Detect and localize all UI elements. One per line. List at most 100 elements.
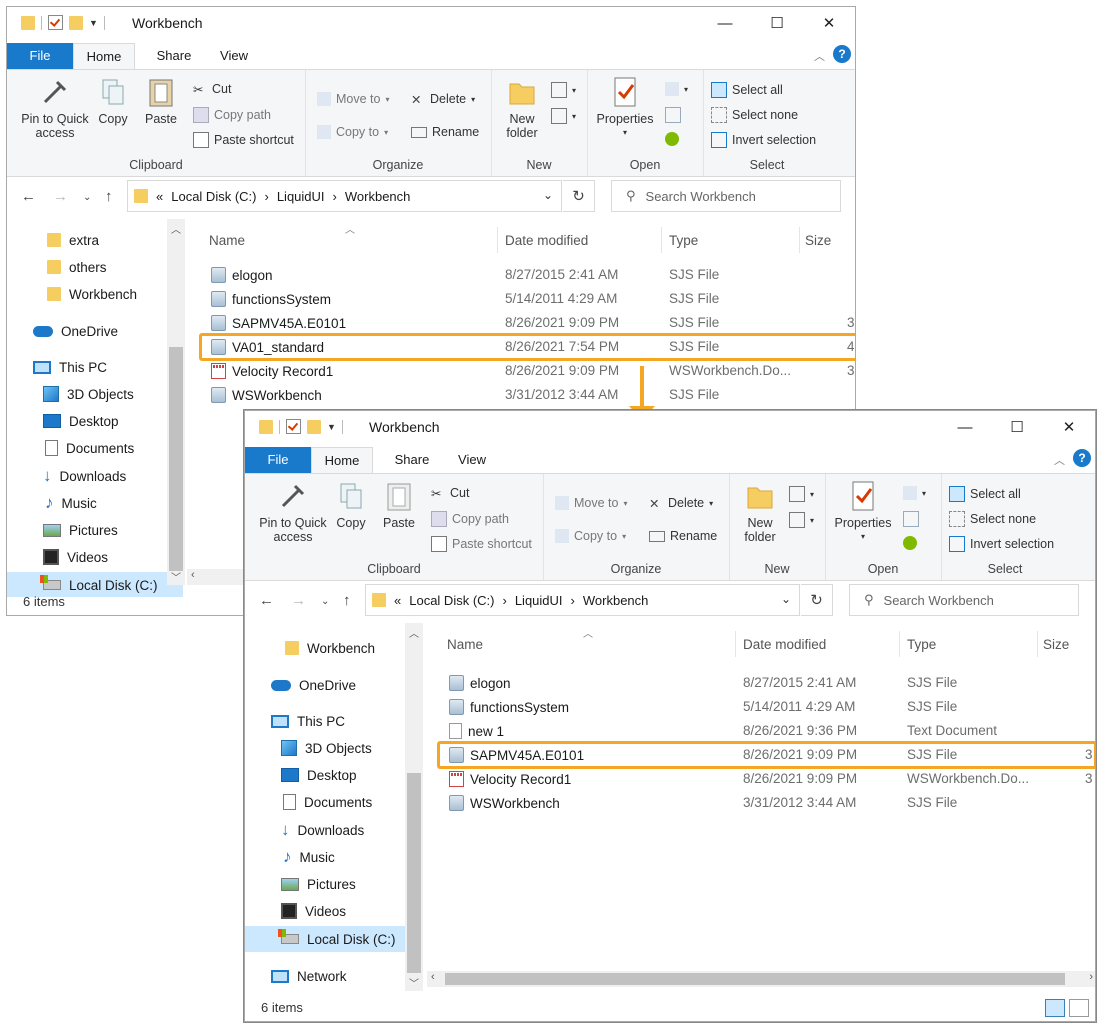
nav-item-workbench[interactable]: Workbench xyxy=(245,635,375,661)
delete-button[interactable]: ✕ Delete ▾ xyxy=(411,92,475,107)
paste-button[interactable]: Paste xyxy=(139,76,183,126)
paste-button[interactable]: Paste xyxy=(377,480,421,530)
breadcrumb-local-disk[interactable]: Local Disk (C:) xyxy=(409,593,494,608)
column-date-modified[interactable]: Date modified xyxy=(743,637,826,652)
open-button[interactable]: ▾ xyxy=(903,486,926,500)
nav-item-local-disk[interactable]: Local Disk (C:) xyxy=(245,926,421,952)
edit-button[interactable] xyxy=(665,107,681,123)
maximize-button[interactable]: ☐ xyxy=(991,411,1043,443)
copy-button[interactable]: Copy xyxy=(93,76,133,126)
search-box[interactable]: ⚲ Search Workbench xyxy=(611,180,841,212)
nav-item-downloads[interactable]: ↓ Downloads xyxy=(7,463,126,489)
minimize-button[interactable]: — xyxy=(699,7,751,39)
file-row[interactable]: functionsSystem 5/14/2011 4:29 AM SJS Fi… xyxy=(189,287,855,311)
details-view-button[interactable] xyxy=(1045,999,1065,1017)
tab-home[interactable]: Home xyxy=(73,43,135,69)
scroll-thumb[interactable] xyxy=(445,973,1065,985)
breadcrumb-overflow[interactable]: « xyxy=(394,593,401,608)
recent-dropdown-icon[interactable]: ⌄ xyxy=(321,596,329,607)
column-size[interactable]: Size xyxy=(1043,637,1069,652)
tab-view[interactable]: View xyxy=(207,43,261,69)
nav-item-this-pc[interactable]: This PC xyxy=(245,708,345,734)
edit-button[interactable] xyxy=(903,511,919,527)
file-row[interactable]: Velocity Record1 8/26/2021 9:09 PM WSWor… xyxy=(427,767,1095,791)
forward-arrow-icon[interactable]: → xyxy=(291,592,306,609)
large-icons-view-button[interactable] xyxy=(1069,999,1089,1017)
search-box[interactable]: ⚲ Search Workbench xyxy=(849,584,1079,616)
invert-selection-button[interactable]: Invert selection xyxy=(949,536,1054,552)
nav-item-downloads[interactable]: ↓ Downloads xyxy=(245,817,364,843)
up-arrow-icon[interactable]: ↑ xyxy=(343,592,351,609)
nav-item-desktop[interactable]: Desktop xyxy=(7,408,119,434)
file-row[interactable]: new 1 8/26/2021 9:36 PM Text Document xyxy=(427,719,1095,743)
scroll-up-icon[interactable]: ︿ xyxy=(167,221,185,236)
nav-item-extra[interactable]: extra xyxy=(7,227,99,253)
new-item-button[interactable]: ▾ xyxy=(789,486,814,502)
copy-to-button[interactable]: Copy to ▾ xyxy=(317,125,388,139)
file-row[interactable]: functionsSystem 5/14/2011 4:29 AM SJS Fi… xyxy=(427,695,1095,719)
address-dropdown-icon[interactable]: ⌄ xyxy=(543,188,553,202)
breadcrumb-local-disk[interactable]: Local Disk (C:) xyxy=(171,189,256,204)
forward-arrow-icon[interactable]: → xyxy=(53,188,68,205)
address-bar[interactable]: « Local Disk (C:) › LiquidUI › Workbench… xyxy=(127,180,562,212)
move-to-button[interactable]: Move to ▾ xyxy=(555,496,627,510)
up-arrow-icon[interactable]: ↑ xyxy=(105,188,113,205)
breadcrumb-liquidui[interactable]: LiquidUI xyxy=(515,593,563,608)
breadcrumb-overflow[interactable]: « xyxy=(156,189,163,204)
tab-share[interactable]: Share xyxy=(149,43,199,69)
close-button[interactable]: ✕ xyxy=(803,7,855,39)
scroll-down-icon[interactable]: ﹀ xyxy=(405,975,423,990)
paste-shortcut-button[interactable]: Paste shortcut xyxy=(193,132,294,148)
scroll-up-icon[interactable]: ︿ xyxy=(405,625,423,640)
move-to-button[interactable]: Move to ▾ xyxy=(317,92,389,106)
nav-item-this-pc[interactable]: This PC xyxy=(7,354,107,380)
copy-path-button[interactable]: Copy path xyxy=(431,511,509,527)
collapse-ribbon-icon[interactable]: ︿ xyxy=(1054,452,1065,468)
file-row[interactable]: Velocity Record1 8/26/2021 9:09 PM WSWor… xyxy=(189,359,855,383)
tab-view[interactable]: View xyxy=(445,447,499,473)
nav-scrollbar[interactable]: ︿ ﹀ xyxy=(405,623,423,991)
tab-home[interactable]: Home xyxy=(311,447,373,473)
scroll-down-icon[interactable]: ﹀ xyxy=(167,569,185,584)
maximize-button[interactable]: ☐ xyxy=(751,7,803,39)
history-button[interactable] xyxy=(903,536,917,550)
invert-selection-button[interactable]: Invert selection xyxy=(711,132,816,148)
file-row[interactable]: elogon 8/27/2015 2:41 AM SJS File xyxy=(427,671,1095,695)
nav-item-onedrive[interactable]: OneDrive xyxy=(7,318,118,344)
select-none-button[interactable]: Select none xyxy=(949,511,1036,527)
file-row[interactable]: SAPMV45A.E0101 8/26/2021 9:09 PM SJS Fil… xyxy=(189,311,855,335)
collapse-ribbon-icon[interactable]: ︿ xyxy=(814,48,825,64)
nav-item-3d-objects[interactable]: 3D Objects xyxy=(245,735,372,761)
easy-access-button[interactable]: ▾ xyxy=(789,512,814,528)
nav-scrollbar[interactable]: ︿ ﹀ xyxy=(167,219,185,585)
column-name[interactable]: Name xyxy=(209,233,245,248)
file-row[interactable]: WSWorkbench 3/31/2012 3:44 AM SJS File xyxy=(427,791,1095,815)
properties-check-icon[interactable] xyxy=(48,15,63,30)
new-item-button[interactable]: ▾ xyxy=(551,82,576,98)
paste-shortcut-button[interactable]: Paste shortcut xyxy=(431,536,532,552)
close-button[interactable]: ✕ xyxy=(1043,411,1095,443)
nav-item-documents[interactable]: Documents xyxy=(245,789,372,815)
column-type[interactable]: Type xyxy=(907,637,936,652)
column-name[interactable]: Name xyxy=(447,637,483,652)
nav-item-onedrive[interactable]: OneDrive xyxy=(245,672,356,698)
select-none-button[interactable]: Select none xyxy=(711,107,798,123)
cut-button[interactable]: ✂ Cut xyxy=(431,486,469,501)
file-hscrollbar[interactable]: ‹ › xyxy=(427,971,1095,987)
back-arrow-icon[interactable]: ← xyxy=(21,188,36,205)
address-bar[interactable]: « Local Disk (C:) › LiquidUI › Workbench… xyxy=(365,584,800,616)
customize-dropdown-icon[interactable]: ▼ xyxy=(89,18,98,28)
nav-item-3d-objects[interactable]: 3D Objects xyxy=(7,381,134,407)
nav-item-pictures[interactable]: Pictures xyxy=(7,517,118,543)
nav-item-pictures[interactable]: Pictures xyxy=(245,871,356,897)
column-type[interactable]: Type xyxy=(669,233,698,248)
select-all-button[interactable]: Select all xyxy=(711,82,783,98)
help-icon[interactable]: ? xyxy=(833,45,851,63)
copy-path-button[interactable]: Copy path xyxy=(193,107,271,123)
scroll-thumb[interactable] xyxy=(169,347,183,571)
easy-access-button[interactable]: ▾ xyxy=(551,108,576,124)
delete-button[interactable]: ✕ Delete ▾ xyxy=(649,496,713,511)
open-button[interactable]: ▾ xyxy=(665,82,688,96)
file-row[interactable]: WSWorkbench 3/31/2012 3:44 AM SJS File xyxy=(189,383,855,407)
nav-item-documents[interactable]: Documents xyxy=(7,435,134,461)
